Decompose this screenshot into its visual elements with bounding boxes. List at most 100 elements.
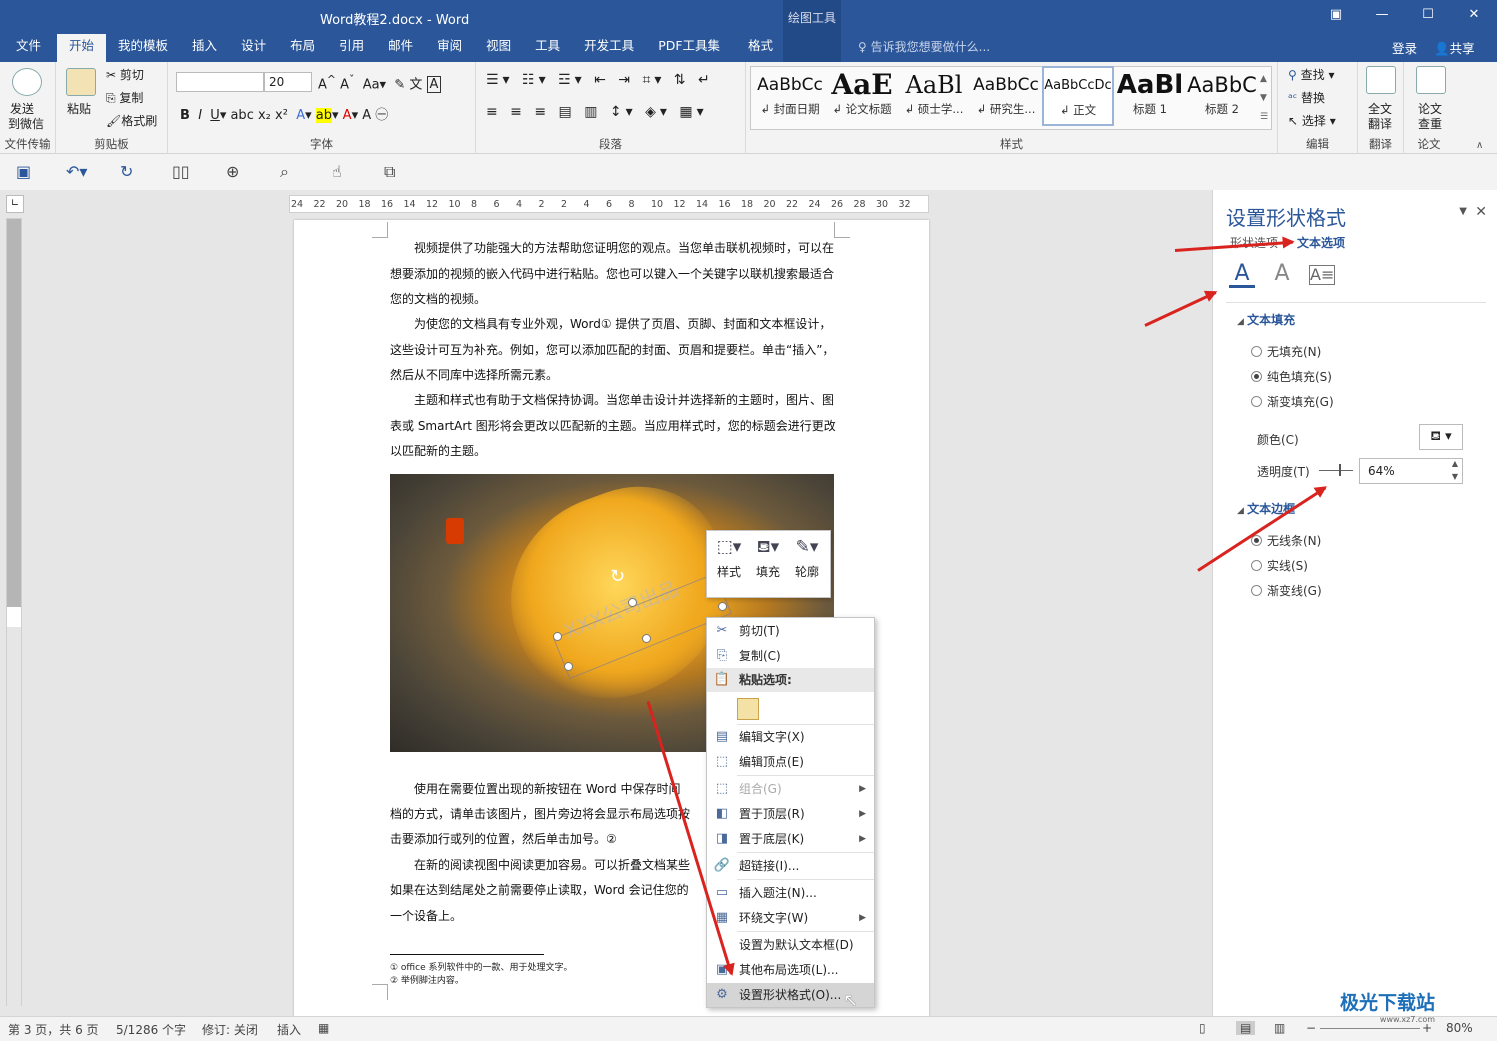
footnote-2[interactable]: ② 举例脚注内容。: [390, 973, 464, 986]
clear-format-icon[interactable]: ✎: [394, 77, 405, 92]
paragraph-1[interactable]: 视频提供了功能强大的方法帮助您证明您的观点。当您单击联机视频时，可以在想要添加的…: [390, 236, 836, 313]
tab-developer[interactable]: 开发工具: [572, 34, 646, 62]
menu-edit-text[interactable]: ▤ 编辑文字(X): [707, 725, 874, 749]
paste-keep-icon[interactable]: [737, 698, 759, 720]
menu-edit-points[interactable]: ⬚ 编辑顶点(E): [707, 750, 874, 774]
menu-wrap-text[interactable]: ▦ 环绕文字(W) ▶: [707, 906, 874, 930]
font-size-buttons[interactable]: A^ Aˇ Aa▾ ✎ 文 A: [318, 73, 442, 94]
tab-view[interactable]: 视图: [474, 34, 523, 62]
font-size-combo[interactable]: 20: [264, 72, 312, 92]
tab-home[interactable]: 开始: [57, 34, 107, 62]
style-heading-2[interactable]: AaBbC 标题 2: [1186, 66, 1258, 126]
tab-tools[interactable]: 工具: [523, 34, 572, 62]
radio-no-fill[interactable]: 无填充(N): [1251, 343, 1321, 360]
style-normal[interactable]: AaBbCcDc ↲ 正文: [1042, 66, 1114, 126]
page-count[interactable]: 第 3 页，共 6 页: [8, 1021, 99, 1038]
text-effects-icon[interactable]: A: [1269, 262, 1295, 288]
ribbon-display-icon[interactable]: ▣: [1313, 0, 1359, 30]
zoom-out-icon[interactable]: −: [1306, 1021, 1316, 1035]
tab-review[interactable]: 审阅: [425, 34, 474, 62]
resize-handle[interactable]: [718, 602, 727, 611]
tab-file[interactable]: 文件: [0, 34, 57, 62]
pane-close-icon[interactable]: ✕: [1475, 204, 1487, 220]
transparency-slider[interactable]: [1319, 470, 1353, 471]
horizontal-ruler[interactable]: 24 22 20 18 16 14 12 10 8 6 4 2 2 4 6 8 10 12 14 16 18 20 22 24…: [289, 195, 929, 213]
tab-mailings[interactable]: 邮件: [376, 34, 425, 62]
radio-gradient-fill[interactable]: 渐变填充(G): [1251, 393, 1334, 410]
style-master[interactable]: AaBl ↲ 硕士学...: [898, 66, 970, 126]
resize-handle[interactable]: [628, 598, 637, 607]
textbox-icon[interactable]: A≡: [1309, 265, 1335, 285]
resize-handle[interactable]: [564, 662, 573, 671]
paragraph-3[interactable]: 主题和样式也有助于文档保持协调。当您单击设计并选择新的主题时，图片、图表或 Sm…: [390, 388, 836, 465]
menu-cut[interactable]: ✂ 剪切(T): [707, 619, 874, 643]
text-fill-outline-icon[interactable]: A: [1229, 262, 1255, 288]
menu-send-to-back[interactable]: ◨ 置于底层(K) ▶: [707, 827, 874, 851]
menu-insert-caption[interactable]: ▭ 插入题注(N)...: [707, 881, 874, 905]
zoom-slider[interactable]: [1320, 1028, 1420, 1029]
save-icon[interactable]: ▣: [16, 162, 31, 181]
style-button[interactable]: ⬚▾ 样式: [710, 537, 748, 580]
font-style-buttons[interactable]: B I U▾ abc x₂ x² A▾ ab▾ A▾ A ㊀: [180, 104, 388, 123]
radio-solid-fill[interactable]: 纯色填充(S): [1251, 368, 1332, 385]
color-picker-button[interactable]: ⛾ ▾: [1419, 424, 1463, 450]
style-paper-title[interactable]: AaE ↲ 论文标题: [826, 66, 898, 126]
minimize-button[interactable]: —: [1359, 0, 1405, 30]
transparency-input[interactable]: 64% ▲ ▼: [1359, 458, 1463, 484]
paragraph-2[interactable]: 为使您的文档具有专业外观，Word① 提供了页眉、页脚、封面和文本框设计，这些设…: [390, 312, 836, 389]
paste-icon[interactable]: [66, 68, 96, 96]
pane-scrollbar[interactable]: [1487, 250, 1493, 950]
undo-icon[interactable]: ↶▾: [66, 162, 87, 181]
style-graduate[interactable]: AaBbCc ↲ 研究生...: [970, 66, 1042, 126]
maximize-button[interactable]: ☐: [1405, 0, 1451, 30]
rotate-handle-icon[interactable]: ↻: [610, 566, 625, 587]
menu-bring-to-front[interactable]: ◧ 置于顶层(R) ▶: [707, 802, 874, 826]
font-name-combo[interactable]: [176, 72, 264, 92]
login-link[interactable]: 登录: [1392, 38, 1417, 57]
track-changes-status[interactable]: 修订: 关闭: [202, 1021, 258, 1038]
reading-mode-icon[interactable]: ▯▯: [172, 162, 190, 181]
translate-icon[interactable]: [1366, 66, 1396, 94]
resize-handle[interactable]: [642, 634, 651, 643]
radio-gradient-line[interactable]: 渐变线(G): [1251, 582, 1322, 599]
radio-no-line[interactable]: 无线条(N): [1251, 532, 1321, 549]
insert-mode[interactable]: 插入: [277, 1021, 301, 1038]
tab-references[interactable]: 引用: [327, 34, 376, 62]
align-buttons[interactable]: ≡ ≡ ≡ ▤ ▥ ↕▾ ◈▾ ▦▾: [486, 104, 708, 120]
char-border-icon[interactable]: A: [426, 76, 442, 94]
menu-copy[interactable]: ⎘ 复制(C): [707, 644, 874, 668]
vertical-ruler[interactable]: [6, 218, 22, 1007]
style-heading-1[interactable]: AaBl 标题 1: [1114, 66, 1186, 126]
tab-design[interactable]: 设计: [229, 34, 278, 62]
collapse-ribbon-icon[interactable]: ∧: [1476, 140, 1483, 151]
outline-button[interactable]: ✎▾ 轮廓: [788, 537, 826, 580]
footnote-1[interactable]: ① office 系列软件中的一款、用于处理文字。: [390, 960, 572, 973]
web-layout-icon[interactable]: ▥: [1274, 1021, 1285, 1035]
tab-my-templates[interactable]: 我的模板: [106, 34, 180, 62]
tab-format[interactable]: 格式: [732, 34, 789, 62]
tab-insert[interactable]: 插入: [180, 34, 229, 62]
slider-thumb[interactable]: [1339, 464, 1341, 476]
zoom-level[interactable]: 80%: [1446, 1021, 1473, 1035]
macro-icon[interactable]: ▦: [318, 1021, 329, 1035]
redo-icon[interactable]: ↻: [120, 162, 133, 181]
radio-solid-line[interactable]: 实线(S): [1251, 557, 1308, 574]
print-layout-icon[interactable]: ▤: [1236, 1021, 1256, 1035]
spin-arrows-icon[interactable]: ▲ ▼: [1452, 457, 1458, 483]
tab-pdf-tools[interactable]: PDF工具集: [646, 34, 732, 62]
style-cover-date[interactable]: AaBbCc ↲ 封面日期: [754, 66, 826, 126]
paper-check-icon[interactable]: [1416, 66, 1446, 94]
word-count[interactable]: 5/1286 个字: [116, 1021, 186, 1038]
pane-options-icon[interactable]: ▼: [1459, 206, 1467, 217]
select-button[interactable]: ↖ 选择 ▾: [1288, 112, 1336, 129]
customize-icon[interactable]: ⧉: [384, 162, 395, 182]
menu-hyperlink[interactable]: 🔗 超链接(I)...: [707, 854, 874, 878]
read-mode-icon[interactable]: ▯: [1199, 1021, 1206, 1035]
paper-check-line2[interactable]: 查重: [1418, 115, 1442, 132]
share-button[interactable]: 👤共享: [1434, 38, 1475, 57]
cut-button[interactable]: ✂ 剪切: [106, 66, 144, 83]
send-wechat-line2[interactable]: 到微信: [8, 115, 44, 132]
text-fill-section[interactable]: ◢ 文本填充: [1237, 311, 1295, 328]
paste-button[interactable]: 粘贴: [67, 100, 91, 117]
web-layout-icon[interactable]: ⊕: [226, 162, 239, 181]
